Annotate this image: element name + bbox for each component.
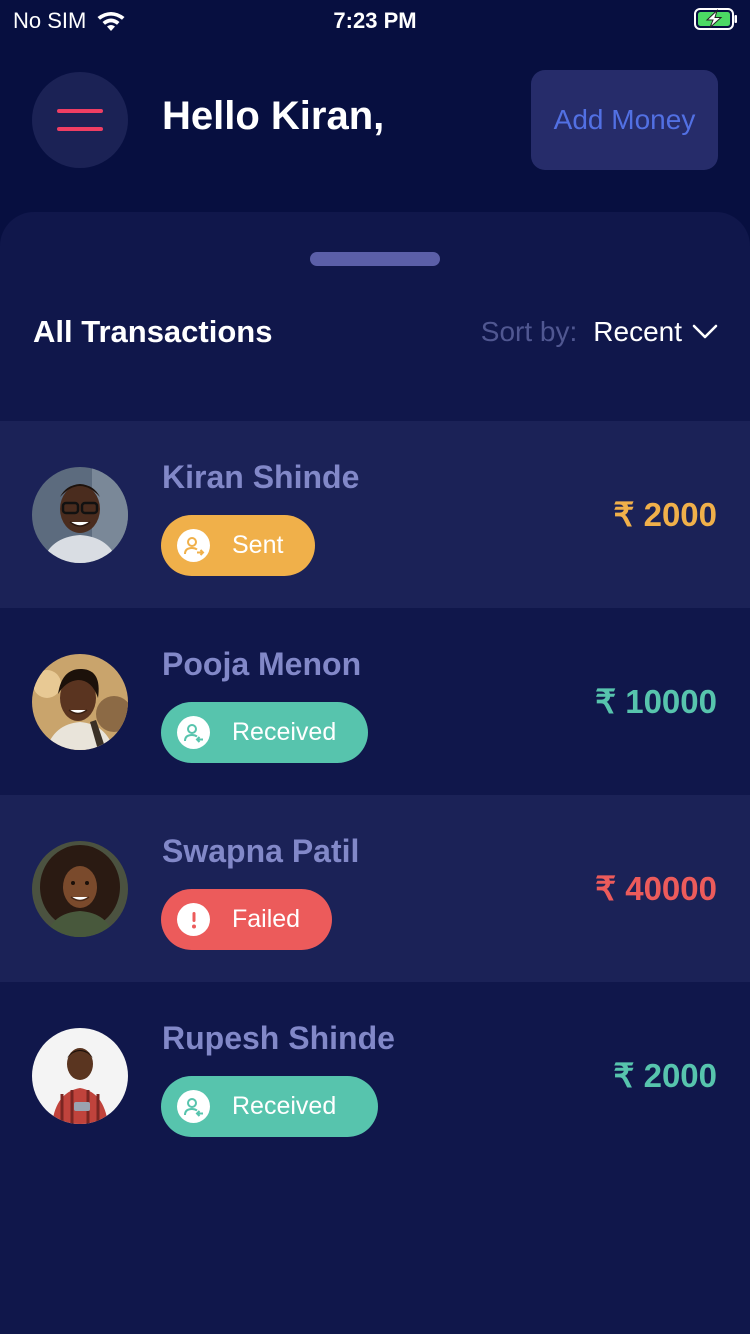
transaction-amount: ₹ 10000 [595,683,717,720]
add-money-button[interactable]: Add Money [531,70,718,170]
status-label: Failed [232,905,301,933]
transaction-amount: ₹ 2000 [613,496,717,533]
transaction-amount: ₹ 2000 [613,1057,717,1094]
chevron-down-icon [692,324,718,339]
transaction-row[interactable]: Kiran Shinde Sent ₹ 2000 [0,421,750,608]
contact-name: Kiran Shinde [162,459,360,495]
menu-icon-line [57,127,103,131]
user-receive-icon [177,716,210,749]
status-badge: Failed [161,889,333,950]
status-badge: Sent [161,515,316,576]
avatar [32,654,128,750]
status-label: Received [232,718,337,746]
status-label: Received [232,1092,337,1120]
status-label: Sent [232,531,284,559]
contact-name: Rupesh Shinde [162,1020,395,1056]
status-badge: Received [161,702,369,763]
sort-label: Sort by: [480,316,578,347]
menu-button[interactable] [32,72,128,168]
avatar [32,1028,128,1124]
user-send-icon [177,529,210,562]
avatar [32,841,128,937]
battery-charging-icon [694,8,737,30]
contact-name: Swapna Patil [162,833,360,869]
transaction-list: Kiran Shinde Sent ₹ 2000 Pooja Menon Rec… [0,421,750,1169]
alert-icon [177,903,210,936]
status-badge: Received [161,1076,379,1137]
contact-name: Pooja Menon [162,646,362,682]
drag-handle[interactable] [310,252,440,266]
status-bar: No SIM 7:23 PM [0,0,750,40]
menu-icon [57,109,103,113]
transaction-row[interactable]: Swapna Patil Failed ₹ 40000 [0,795,750,982]
avatar [32,467,128,563]
greeting-title: Hello Kiran, [162,94,385,138]
transactions-sheet: All Transactions Sort by: Recent Kiran S… [0,212,750,1334]
transaction-row[interactable]: Pooja Menon Received ₹ 10000 [0,608,750,795]
user-receive-icon [177,1090,210,1123]
sort-value: Recent [593,316,682,347]
transaction-row[interactable]: Rupesh Shinde Received ₹ 2000 [0,982,750,1169]
header: Hello Kiran, Add Money [0,70,750,170]
sort-dropdown[interactable]: Sort by: Recent [481,316,718,348]
status-time: 7:23 PM [333,8,417,33]
section-title: All Transactions [33,314,273,349]
transaction-amount: ₹ 40000 [595,870,717,907]
